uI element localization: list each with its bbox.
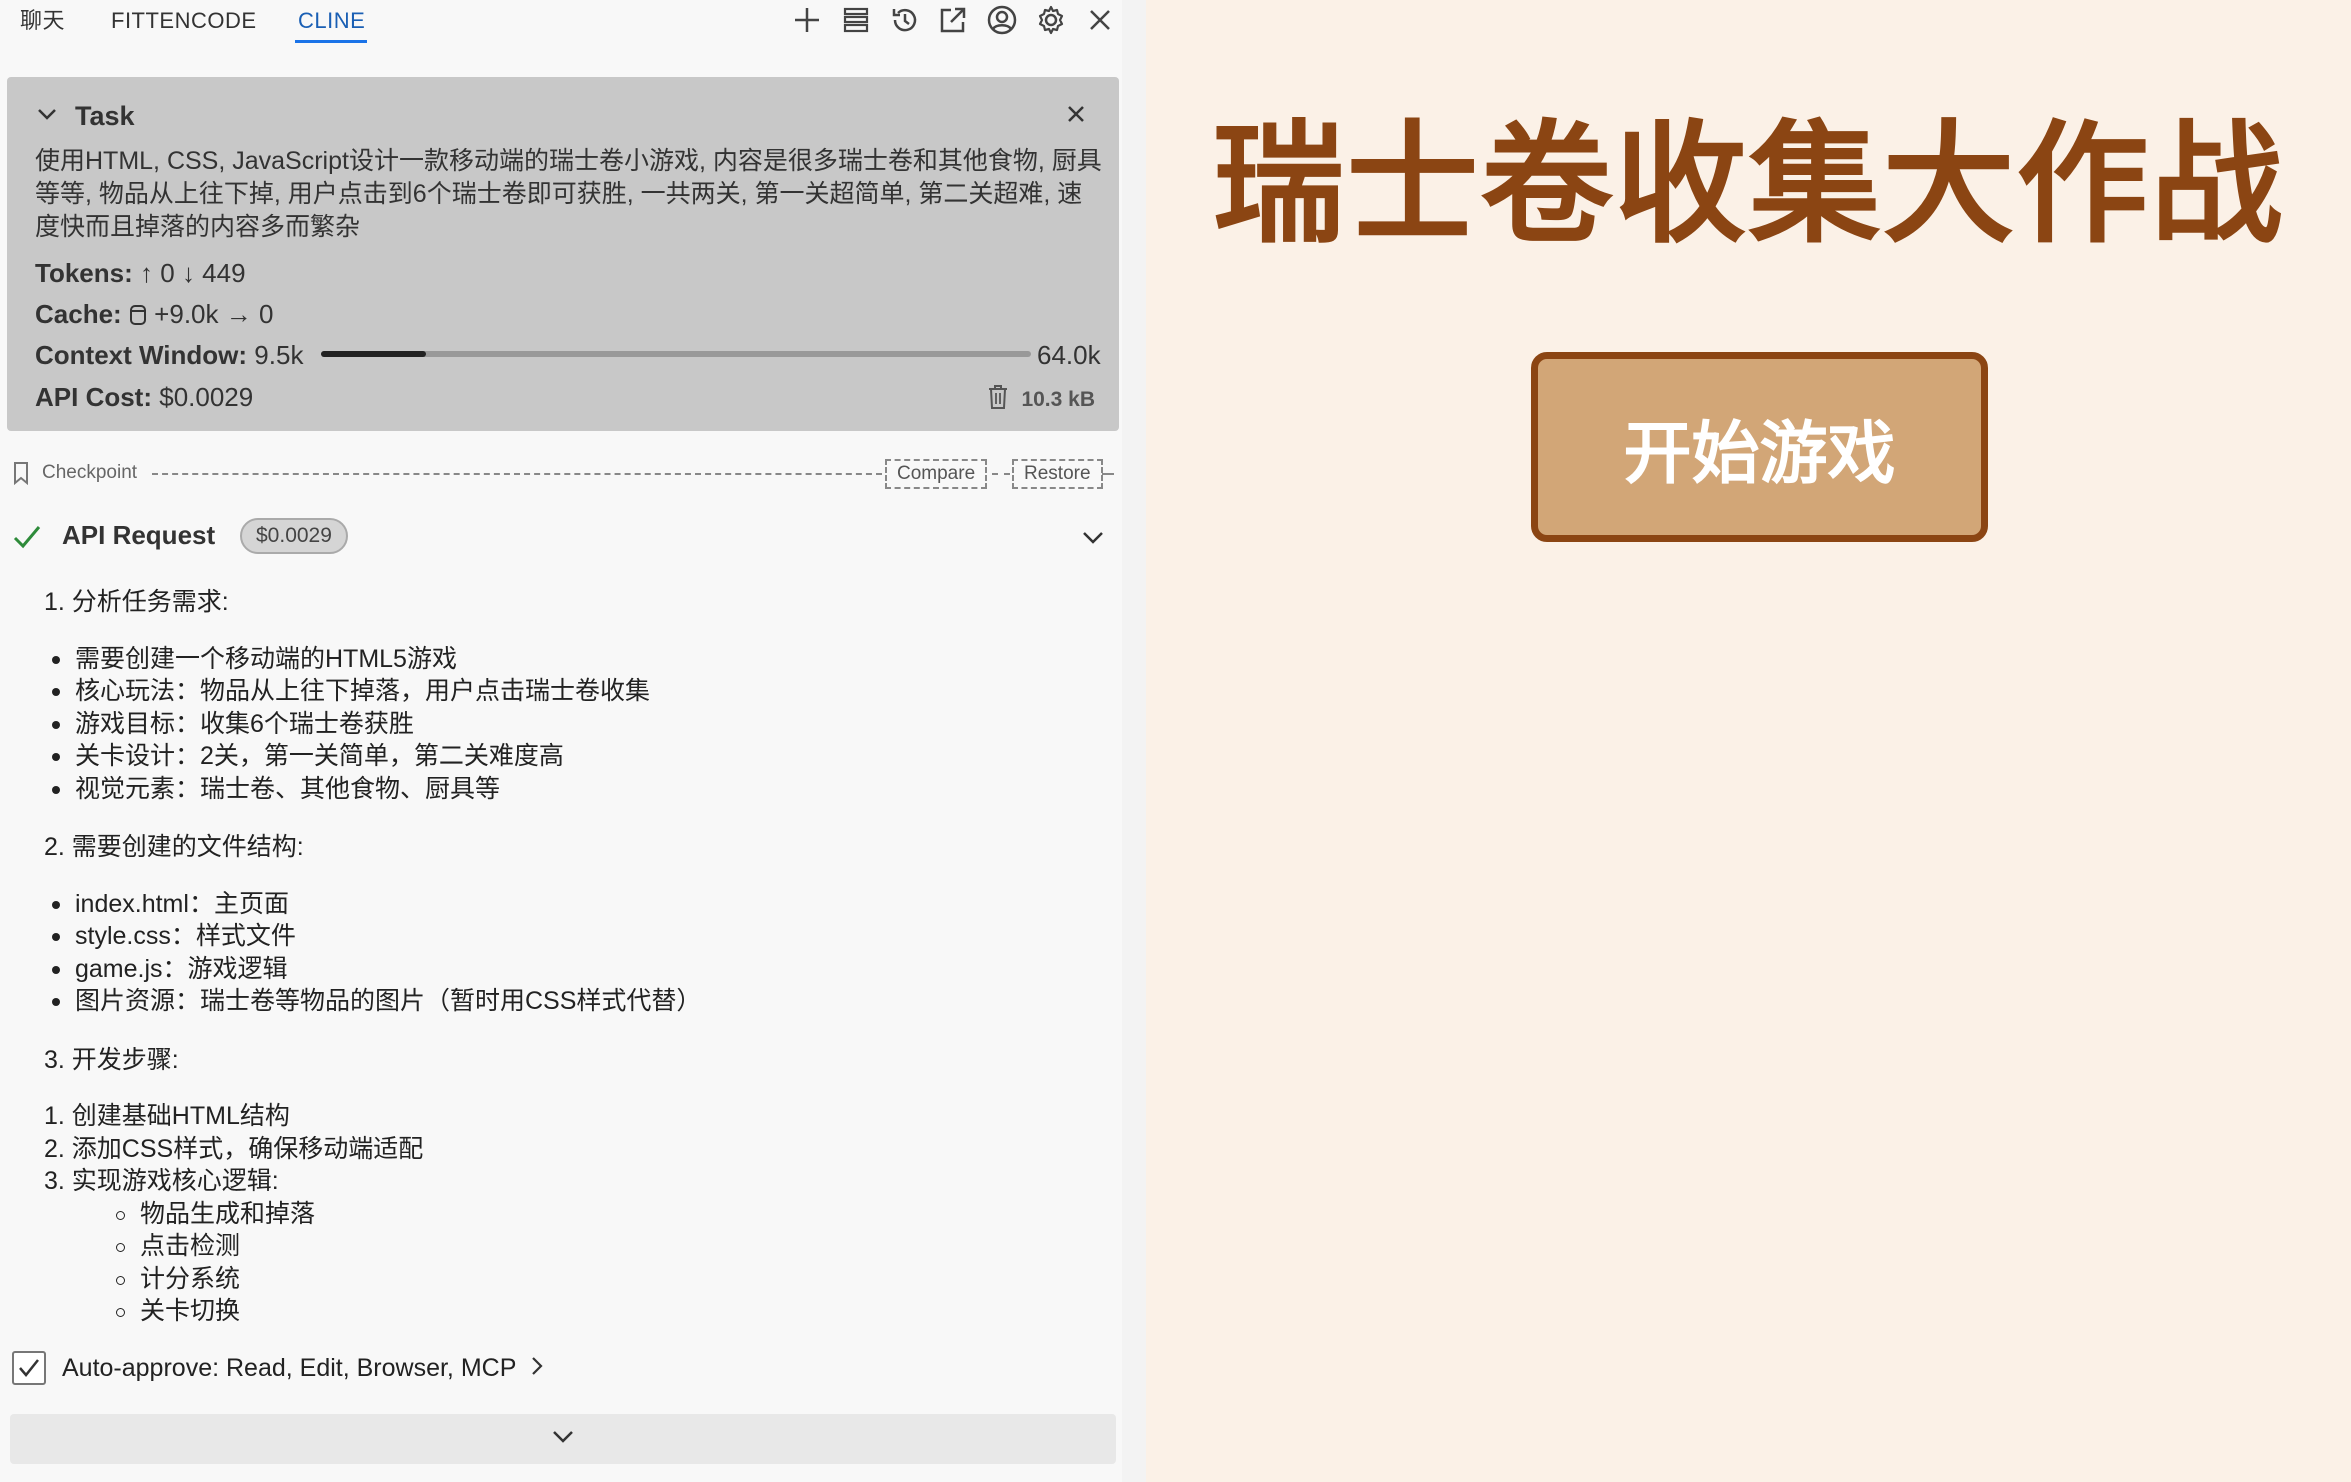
section-title: 3. 开发步骤: — [44, 1045, 179, 1074]
list-item: 需要创建一个移动端的HTML5游戏 — [44, 643, 1104, 676]
cache-write-value: +9.0k — [154, 299, 219, 329]
list-item: 关卡切换 — [44, 1295, 1104, 1326]
popout-icon[interactable] — [935, 2, 971, 38]
game-preview: 瑞士卷收集大作战 开始游戏 — [1146, 0, 2351, 1482]
arrow-right-icon: → — [225, 299, 252, 329]
trash-icon[interactable] — [987, 384, 1009, 416]
context-progress-fill — [321, 351, 427, 357]
sub-steps-list: 物品生成和掉落 点击检测 计分系统 关卡切换 — [44, 1198, 1104, 1327]
cline-panel: 聊天 FITTENCODE CLINE Task 使用HTML, CSS, Ja… — [0, 0, 1122, 1482]
context-window-row: Context Window: 9.5k — [35, 340, 303, 371]
gear-icon[interactable] — [1033, 2, 1069, 38]
list-item: 计分系统 — [44, 1263, 1104, 1296]
task-header[interactable]: Task — [35, 101, 135, 132]
tab-bar: 聊天 FITTENCODE CLINE — [0, 0, 1122, 64]
api-request-row[interactable]: API Request $0.0029 — [12, 516, 1112, 556]
response-content: 1. 分析任务需求: 需要创建一个移动端的HTML5游戏 核心玩法：物品从上往下… — [44, 586, 1104, 1326]
list-item: 物品生成和掉落 — [44, 1198, 1104, 1231]
requirement-list: 需要创建一个移动端的HTML5游戏 核心玩法：物品从上往下掉落，用户点击瑞士卷收… — [44, 643, 1104, 806]
cache-label: Cache: — [35, 299, 122, 329]
arrow-up-icon: ↑ — [140, 258, 153, 288]
task-description: 使用HTML, CSS, JavaScript设计一款移动端的瑞士卷小游戏, 内… — [35, 147, 1102, 241]
compare-button[interactable]: Compare — [885, 459, 988, 489]
checkpoint-divider — [1102, 473, 1114, 475]
game-title: 瑞士卷收集大作战 — [1212, 108, 2285, 262]
check-icon — [12, 522, 42, 557]
tokens-label: Tokens: — [35, 258, 133, 288]
active-tab-indicator — [295, 40, 367, 43]
list-item: game.js：游戏逻辑 — [44, 953, 1104, 986]
list-item: 关卡设计：2关，第一关简单，第二关难度高 — [44, 740, 1104, 773]
tab-fittencode[interactable]: FITTENCODE — [111, 8, 257, 34]
api-cost-value: $0.0029 — [159, 382, 254, 412]
auto-approve-label: Auto-approve: Read, Edit, Browser, MCP — [62, 1353, 517, 1382]
panel-divider[interactable] — [1122, 0, 1146, 1482]
arrow-down-icon: ↓ — [181, 258, 195, 288]
section-title: 2. 需要创建的文件结构: — [44, 833, 304, 861]
file-structure-list: index.html：主页面 style.css：样式文件 game.js：游戏… — [44, 888, 1104, 1018]
auto-approve-row[interactable]: Auto-approve: Read, Edit, Browser, MCP — [12, 1350, 546, 1386]
checkpoint-row: Checkpoint Compare Restore — [12, 459, 1114, 490]
start-game-button[interactable]: 开始游戏 — [1531, 352, 1988, 542]
steps-list: 1. 创建基础HTML结构 2. 添加CSS样式，确保移动端适配 3. 实现游戏… — [44, 1100, 1104, 1198]
close-icon[interactable] — [1082, 2, 1118, 38]
list-item: 视觉元素：瑞士卷、其他食物、厨具等 — [44, 773, 1104, 806]
task-card: Task 使用HTML, CSS, JavaScript设计一款移动端的瑞士卷小… — [7, 77, 1119, 431]
tokens-up-value: 0 — [160, 258, 175, 288]
task-size: 10.3 kB — [987, 384, 1095, 416]
checkpoint-divider — [152, 473, 882, 475]
api-request-cost-badge: $0.0029 — [240, 518, 348, 554]
task-size-value: 10.3 kB — [1021, 388, 1095, 411]
database-icon — [129, 299, 154, 329]
list-item: index.html：主页面 — [44, 888, 1104, 921]
list-item: style.css：样式文件 — [44, 920, 1104, 953]
history-icon[interactable] — [887, 2, 923, 38]
api-request-title: API Request — [62, 520, 216, 550]
cache-row: Cache: +9.0k → 0 — [35, 299, 273, 330]
bookmark-icon — [12, 461, 30, 490]
scroll-to-bottom-button[interactable] — [10, 1414, 1116, 1464]
tab-chat[interactable]: 聊天 — [20, 8, 65, 34]
context-label: Context Window: — [35, 340, 248, 370]
database-icon[interactable] — [838, 2, 874, 38]
task-title: Task — [75, 101, 135, 131]
plus-icon[interactable] — [789, 2, 825, 38]
context-max-value: 64.0k — [1037, 340, 1101, 370]
chevron-down-icon[interactable] — [1080, 524, 1106, 555]
chevron-right-icon[interactable] — [528, 1355, 546, 1382]
context-progress-bar — [321, 351, 1031, 357]
account-icon[interactable] — [984, 2, 1020, 38]
tab-cline[interactable]: CLINE — [298, 8, 365, 34]
list-item: 2. 添加CSS样式，确保移动端适配 — [44, 1134, 424, 1163]
chevron-down-icon — [550, 1426, 576, 1453]
cache-read-value: 0 — [258, 299, 274, 329]
checkpoint-label: Checkpoint — [42, 462, 138, 483]
context-used-value: 9.5k — [254, 340, 304, 370]
auto-approve-checkbox[interactable] — [12, 1351, 46, 1385]
list-item: 图片资源：瑞士卷等物品的图片（暂时用CSS样式代替） — [44, 985, 1104, 1018]
list-item: 核心玩法：物品从上往下掉落，用户点击瑞士卷收集 — [44, 675, 1104, 708]
list-item: 1. 创建基础HTML结构 — [44, 1102, 290, 1130]
tokens-row: Tokens: ↑ 0 ↓ 449 — [35, 258, 246, 289]
list-item: 游戏目标：收集6个瑞士卷获胜 — [44, 708, 1104, 741]
list-item: 3. 实现游戏核心逻辑: — [44, 1167, 279, 1195]
list-item: 点击检测 — [44, 1230, 1104, 1263]
restore-button[interactable]: Restore — [1012, 459, 1103, 489]
api-cost-row: API Cost: $0.0029 — [35, 382, 253, 413]
tokens-down-value: 449 — [202, 258, 246, 288]
api-cost-label: API Cost: — [35, 382, 152, 412]
chevron-down-icon[interactable] — [35, 102, 59, 131]
close-icon[interactable] — [1061, 99, 1091, 129]
checkpoint-divider — [992, 473, 1010, 475]
section-title: 1. 分析任务需求: — [44, 588, 229, 616]
